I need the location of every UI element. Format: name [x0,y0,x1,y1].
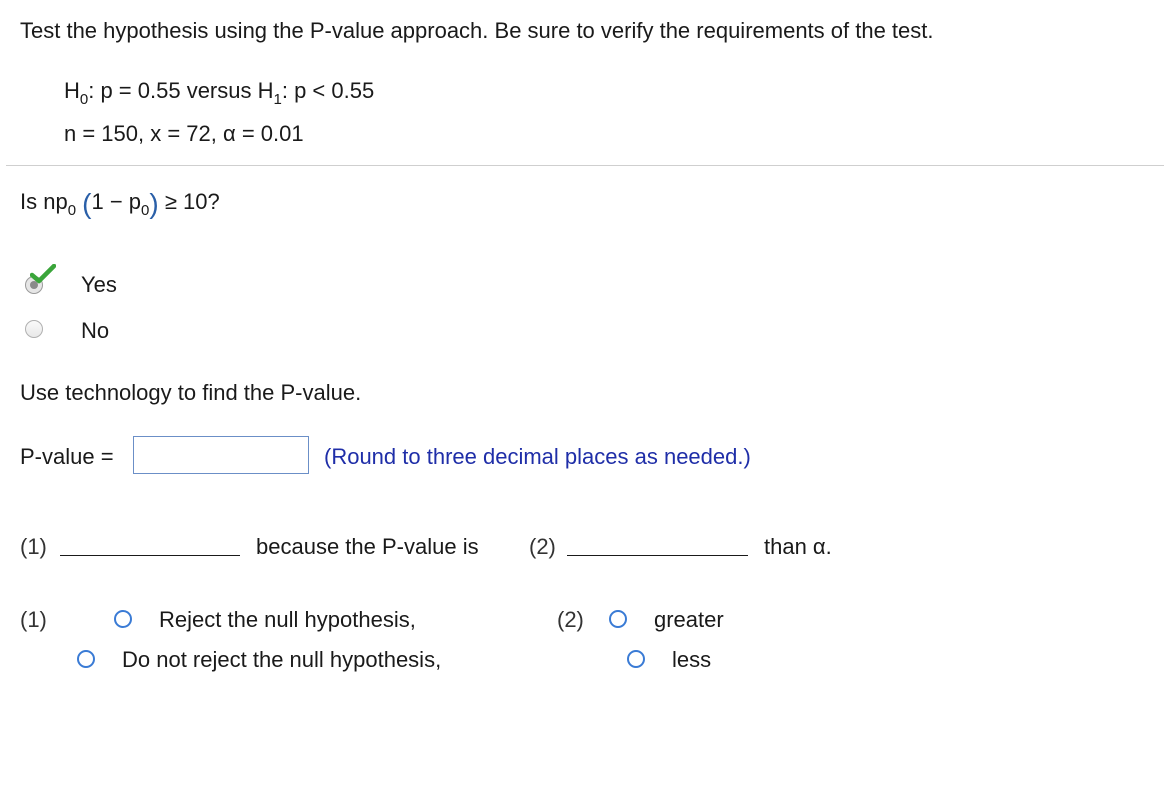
less-label[interactable]: less [672,647,711,673]
greater-radio[interactable] [609,610,627,628]
h0-rest: : p = 0.55 versus H [88,78,274,103]
do-not-reject-radio[interactable] [77,650,95,668]
yes-label[interactable]: Yes [81,272,117,298]
h1-rest: : p < 0.55 [281,78,375,103]
h0-subscript: 0 [79,91,89,108]
do-not-reject-label[interactable]: Do not reject the null hypothesis, [122,647,441,673]
pvalue-input[interactable] [133,436,309,474]
pvalue-label: P-value = [20,444,114,469]
test-parameters: n = 150, x = 72, α = 0.01 [64,121,304,146]
req-mid: 1 − p [91,189,142,214]
req-prefix: Is np [20,189,68,214]
req-suffix: ≥ 10? [164,189,220,214]
no-label[interactable]: No [81,318,109,344]
reject-radio[interactable] [114,610,132,628]
reject-label[interactable]: Reject the null hypothesis, [159,607,416,633]
separator [6,165,1164,166]
greater-label[interactable]: greater [654,607,724,633]
blank2-line[interactable] [567,555,748,556]
blank1-label: (1) [20,534,47,559]
hypotheses: H0: p = 0.55 versus H1: p < 0.55 [64,78,375,108]
requirement-question: Is np0 (1 − p0) ≥ 10? [20,184,220,219]
req-close-paren: ) [149,188,159,219]
req-sub0: 0 [67,202,77,219]
blank1-line[interactable] [60,555,240,556]
conclusion-middle: because the P-value is [256,534,479,559]
req-open-paren: ( [82,188,92,219]
h1-subscript: 1 [273,91,282,108]
h0-label: H [64,78,80,103]
checkmark-icon [30,264,56,284]
group1-label: (1) [20,607,47,632]
pvalue-instruction: Use technology to find the P-value. [20,380,362,405]
less-radio[interactable] [627,650,645,668]
group2-label: (2) [557,607,584,632]
pvalue-hint: (Round to three decimal places as needed… [324,444,751,469]
no-radio[interactable] [25,320,43,338]
blank2-label: (2) [529,534,556,559]
question-instruction: Test the hypothesis using the P-value ap… [20,18,934,43]
conclusion-end: than α. [764,534,832,559]
